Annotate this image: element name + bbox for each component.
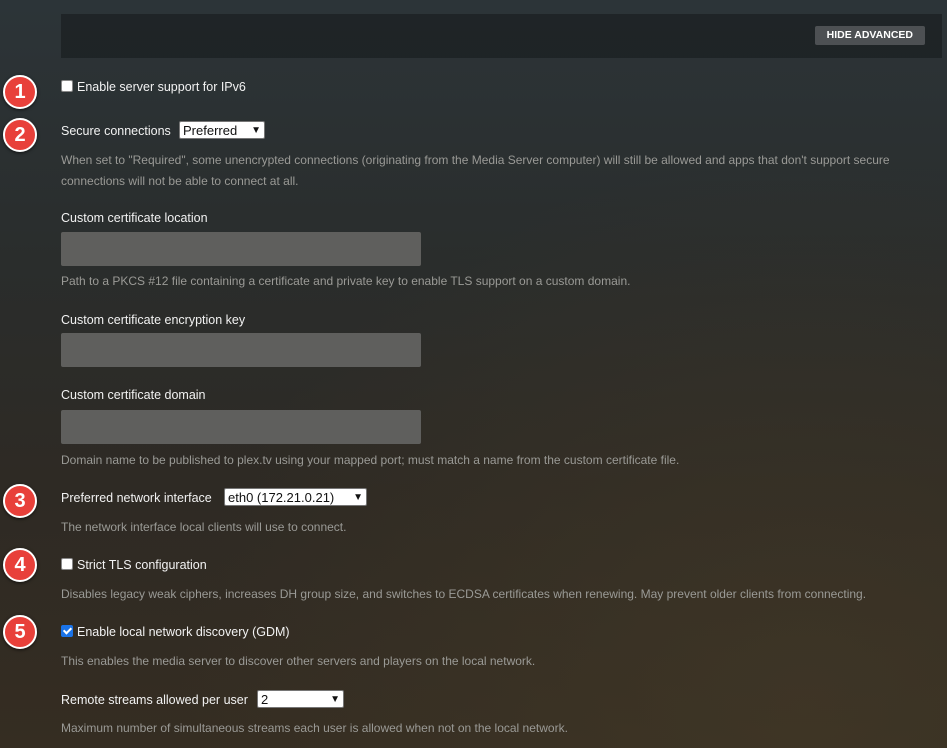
gdm-help: This enables the media server to discove… (61, 654, 536, 668)
annotation-badge-4: 4 (3, 548, 37, 582)
cert-domain-help: Domain name to be published to plex.tv u… (61, 453, 680, 467)
annotation-badge-3: 3 (3, 484, 37, 518)
cert-key-input[interactable] (61, 333, 421, 367)
annotation-badge-1: 1 (3, 75, 37, 109)
ipv6-checkbox[interactable] (61, 80, 73, 92)
chevron-down-icon: ▼ (330, 694, 340, 705)
secure-connections-label: Secure connections (61, 124, 171, 138)
secure-connections-value: Preferred (183, 123, 238, 138)
remote-streams-value: 2 (261, 692, 269, 707)
annotation-badge-5: 5 (3, 615, 37, 649)
cert-location-label: Custom certificate location (61, 211, 208, 225)
network-interface-help: The network interface local clients will… (61, 520, 347, 534)
gdm-label[interactable]: Enable local network discovery (GDM) (77, 625, 290, 639)
hide-advanced-button[interactable]: HIDE ADVANCED (814, 26, 925, 45)
network-interface-value: eth0 (172.21.0.21) (228, 490, 335, 505)
secure-connections-select[interactable]: Preferred ▼ (179, 121, 265, 139)
annotation-badge-2: 2 (3, 118, 37, 152)
chevron-down-icon: ▼ (251, 125, 261, 136)
cert-location-help: Path to a PKCS #12 file containing a cer… (61, 274, 631, 288)
gdm-setting: Enable local network discovery (GDM) (61, 625, 290, 639)
cert-domain-label: Custom certificate domain (61, 388, 206, 402)
strict-tls-setting: Strict TLS configuration (61, 558, 207, 572)
settings-header-bar: HIDE ADVANCED (61, 14, 942, 58)
remote-streams-select[interactable]: 2 ▼ (257, 690, 344, 708)
gdm-checkbox[interactable] (61, 625, 73, 637)
secure-connections-help: When set to "Required", some unencrypted… (61, 153, 890, 188)
ipv6-label[interactable]: Enable server support for IPv6 (77, 80, 246, 94)
remote-streams-label: Remote streams allowed per user (61, 693, 248, 707)
cert-key-label: Custom certificate encryption key (61, 313, 246, 327)
network-interface-label: Preferred network interface (61, 491, 212, 505)
cert-domain-input[interactable] (61, 410, 421, 444)
cert-location-input[interactable] (61, 232, 421, 266)
strict-tls-label[interactable]: Strict TLS configuration (77, 558, 207, 572)
ipv6-setting: Enable server support for IPv6 (61, 80, 246, 94)
remote-streams-help: Maximum number of simultaneous streams e… (61, 721, 568, 735)
strict-tls-checkbox[interactable] (61, 558, 73, 570)
chevron-down-icon: ▼ (353, 492, 363, 503)
strict-tls-help: Disables legacy weak ciphers, increases … (61, 587, 867, 601)
network-interface-select[interactable]: eth0 (172.21.0.21) ▼ (224, 488, 367, 506)
